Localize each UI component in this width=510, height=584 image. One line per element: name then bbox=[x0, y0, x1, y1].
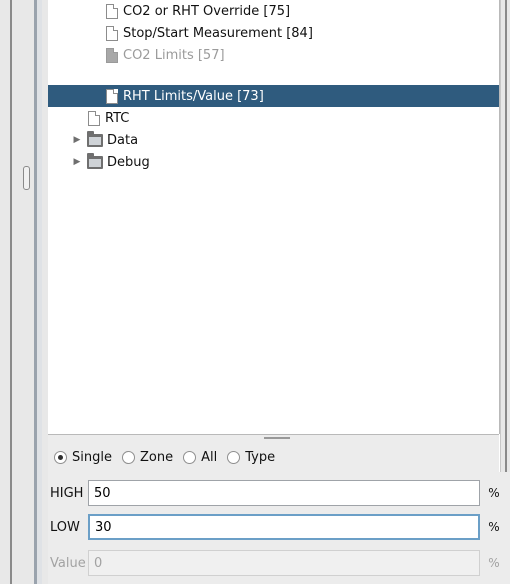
tree-item-selected[interactable]: RHT Limits/Value [73] bbox=[48, 85, 499, 107]
document-icon bbox=[106, 88, 118, 104]
document-icon bbox=[106, 47, 118, 63]
low-label: LOW bbox=[50, 519, 80, 535]
tree-item[interactable]: Stop/Start Measurement [84] bbox=[106, 22, 499, 44]
radio-label: Single bbox=[72, 449, 112, 465]
limits-form: HIGH % LOW % Value % bbox=[48, 472, 510, 584]
radio-unchecked-icon[interactable] bbox=[121, 450, 135, 464]
tree-item-label: RHT Limits/Value [73] bbox=[123, 88, 264, 104]
command-tree[interactable]: CO2 or RHT Override [75] Stop/Start Meas… bbox=[48, 0, 500, 434]
tree-folder-debug[interactable]: ▶ Debug bbox=[73, 151, 499, 173]
document-icon bbox=[88, 110, 100, 126]
tree-item-label: Data bbox=[107, 132, 139, 148]
radio-all[interactable]: All bbox=[183, 450, 217, 465]
low-input[interactable] bbox=[88, 514, 480, 540]
high-input[interactable] bbox=[88, 480, 480, 506]
mode-radio-group: Single Zone All Type bbox=[48, 442, 499, 472]
radio-single[interactable]: Single bbox=[54, 450, 112, 465]
high-label: HIGH bbox=[50, 485, 84, 501]
frame-line bbox=[10, 0, 12, 584]
tree-item[interactable]: RTC bbox=[88, 107, 499, 129]
tree-folder-data[interactable]: ▶ Data bbox=[73, 129, 499, 151]
document-icon bbox=[106, 3, 118, 19]
unit-label: % bbox=[488, 520, 500, 534]
radio-zone[interactable]: Zone bbox=[121, 449, 174, 465]
split-pane-grip[interactable] bbox=[23, 166, 30, 190]
tree-item-disabled: CO2 Limits [57] bbox=[106, 44, 499, 66]
high-row: HIGH % bbox=[48, 476, 510, 510]
frame-edge bbox=[37, 0, 42, 584]
tree-item[interactable]: CO2 or RHT Override [75] bbox=[106, 0, 499, 22]
unit-label: % bbox=[488, 486, 500, 500]
tree-item-label: RTC bbox=[105, 110, 130, 126]
radio-label: Type bbox=[245, 449, 276, 465]
value-row: Value % bbox=[48, 546, 510, 580]
document-icon bbox=[106, 25, 118, 41]
radio-label: Zone bbox=[139, 449, 174, 465]
tree-item-label: Debug bbox=[107, 154, 150, 170]
tree-item-label: CO2 Limits [57] bbox=[123, 47, 225, 63]
radio-label: All bbox=[201, 449, 218, 465]
expand-arrow-icon[interactable]: ▶ bbox=[73, 135, 81, 145]
tree-item-label: CO2 or RHT Override [75] bbox=[123, 3, 291, 19]
folder-icon bbox=[87, 152, 103, 169]
radio-unchecked-icon[interactable] bbox=[227, 450, 241, 464]
divider-grip[interactable] bbox=[264, 437, 290, 439]
unit-label: % bbox=[488, 556, 500, 570]
low-row: LOW % bbox=[48, 510, 510, 544]
value-label: Value bbox=[50, 555, 86, 571]
radio-checked-icon[interactable] bbox=[54, 450, 67, 464]
radio-unchecked-icon[interactable] bbox=[183, 450, 197, 464]
radio-type[interactable]: Type bbox=[227, 450, 275, 465]
value-input bbox=[88, 550, 480, 576]
expand-arrow-icon[interactable]: ▶ bbox=[73, 157, 81, 167]
left-window-frame bbox=[0, 0, 48, 584]
folder-icon bbox=[87, 130, 103, 147]
tree-item-label: Stop/Start Measurement [84] bbox=[123, 25, 313, 41]
